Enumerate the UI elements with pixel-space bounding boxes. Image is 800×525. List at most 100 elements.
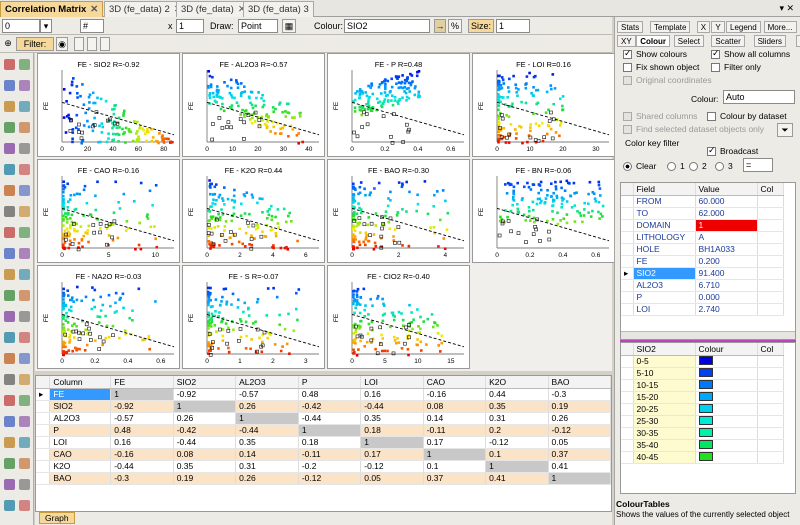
tab-more[interactable]: More... xyxy=(763,21,797,33)
show-all-columns-checkbox[interactable] xyxy=(711,48,720,59)
scatter-plot[interactable]: 0 20 40 60 80 FE FE - SIO2 R=-0.92 xyxy=(37,53,180,157)
column-header[interactable]: LOI xyxy=(360,376,424,389)
correlation-cell[interactable]: 0.41 xyxy=(485,472,549,485)
field-row[interactable]: HOLE BH1A033 xyxy=(621,243,784,256)
colour-swatch[interactable] xyxy=(698,391,713,401)
arrow-icon[interactable]: → xyxy=(434,19,446,33)
correlation-cell[interactable]: 0.19 xyxy=(548,400,611,413)
correlation-cell[interactable]: 0.1 xyxy=(423,460,487,473)
field-name-cell[interactable]: P xyxy=(633,291,696,304)
scatter-plot[interactable]: 0 10 20 30 FE FE - LOI R=0.16 xyxy=(472,53,615,157)
filter-icon[interactable]: ⏷ xyxy=(777,123,793,137)
correlation-cell[interactable]: -0.44 xyxy=(173,436,237,449)
colour-row[interactable]: 40-45 xyxy=(621,451,784,464)
correlation-cell[interactable]: 1 xyxy=(360,436,424,449)
table-row[interactable]: BAO -0.3 0.19 0.26 -0.12 0.05 0.37 0.41 1 xyxy=(36,472,611,485)
column-header[interactable]: FE xyxy=(110,376,174,389)
tab-colour[interactable]: Colour xyxy=(636,35,670,47)
tool-icon[interactable] xyxy=(4,80,15,91)
correlation-cell[interactable]: 0.26 xyxy=(548,412,611,425)
field-row[interactable]: AL2O3 6.710 xyxy=(621,279,784,292)
chart-icon[interactable]: ▦ xyxy=(282,19,296,33)
correlation-cell[interactable]: 0.18 xyxy=(360,424,424,437)
tab-3d-fe-data-3[interactable]: 3D (fe_data) 3 xyxy=(243,1,314,17)
clear-radio[interactable] xyxy=(623,162,632,171)
correlation-cell[interactable]: 1 xyxy=(235,412,299,425)
tool-icon[interactable] xyxy=(4,332,15,343)
filter-3-radio[interactable] xyxy=(715,162,724,171)
scatter-plot[interactable]: 0 0.2 0.4 0.6 FE FE - P R=0.48 xyxy=(327,53,470,157)
filter-button[interactable]: Filter: xyxy=(16,37,54,51)
table-row[interactable]: AL2O3 -0.57 0.26 1 -0.44 0.35 0.14 0.31 0.26 xyxy=(36,412,611,425)
correlation-cell[interactable]: -0.57 xyxy=(235,388,299,401)
tool-icon[interactable] xyxy=(19,122,30,133)
correlation-cell[interactable]: 0.16 xyxy=(110,436,174,449)
correlation-cell[interactable]: 0.48 xyxy=(298,388,362,401)
tool-icon[interactable] xyxy=(4,185,15,196)
colour-swatch-cell[interactable] xyxy=(695,367,758,380)
field-value-cell[interactable]: 1 xyxy=(695,219,758,232)
correlation-cell[interactable]: -0.11 xyxy=(298,448,362,461)
tool-icon[interactable] xyxy=(19,458,30,469)
correlation-cell[interactable]: -0.16 xyxy=(110,448,174,461)
colour-swatch-cell[interactable] xyxy=(695,427,758,440)
colour-range-cell[interactable]: 10-15 xyxy=(633,379,696,392)
field-value-cell[interactable]: 6.710 xyxy=(695,279,758,292)
table-row[interactable]: P 0.48 -0.42 -0.44 1 0.18 -0.11 0.2 -0.12 xyxy=(36,424,611,437)
field-row[interactable]: FE 0.200 xyxy=(621,255,784,268)
tool-icon[interactable] xyxy=(4,59,15,70)
correlation-cell[interactable]: -0.12 xyxy=(548,424,611,437)
filter-2-radio[interactable] xyxy=(689,162,698,171)
correlation-cell[interactable]: -0.57 xyxy=(110,412,174,425)
row-name-cell[interactable]: SIO2 xyxy=(49,400,112,413)
field-name-cell[interactable]: TO xyxy=(633,207,696,220)
field-name-cell[interactable]: FE xyxy=(633,255,696,268)
chevron-down-icon[interactable]: ▾ ✕ xyxy=(779,3,794,14)
field-name-cell[interactable]: AL2O3 xyxy=(633,279,696,292)
field-row[interactable]: LOI 2.740 xyxy=(621,303,784,316)
row-name-cell[interactable]: P xyxy=(49,424,112,437)
tool-icon[interactable] xyxy=(19,101,30,112)
scatter-plot[interactable]: 0 2 4 FE FE - BAO R=-0.30 xyxy=(327,159,470,263)
correlation-cell[interactable]: 0.14 xyxy=(235,448,299,461)
operator-combo[interactable]: = xyxy=(743,158,773,172)
box-icon[interactable] xyxy=(87,37,97,51)
tab-graph[interactable]: Graph xyxy=(39,512,75,524)
colour-swatch-cell[interactable] xyxy=(695,415,758,428)
tool-icon[interactable] xyxy=(19,206,30,217)
scatter-plot[interactable]: 0 5 10 15 FE FE - CIO2 R=-0.40 xyxy=(327,265,470,369)
correlation-cell[interactable]: 0.35 xyxy=(485,400,549,413)
column-header[interactable]: P xyxy=(298,376,362,389)
field-column-header[interactable]: Value xyxy=(695,183,758,196)
field-row[interactable]: FROM 60.000 xyxy=(621,195,784,208)
size-combo[interactable]: 1 xyxy=(496,19,530,33)
colour-swatch[interactable] xyxy=(698,415,713,425)
colour-swatch-cell[interactable] xyxy=(695,439,758,452)
table-row[interactable]: ▸ FE 1 -0.92 -0.57 0.48 0.16 -0.16 0.44 -0.3 xyxy=(36,388,611,401)
table-row[interactable]: K2O -0.44 0.35 0.31 -0.2 -0.12 0.1 1 0.41 xyxy=(36,460,611,473)
tool-icon[interactable] xyxy=(4,206,15,217)
tool-icon[interactable] xyxy=(19,290,30,301)
horizontal-scrollbar[interactable] xyxy=(621,331,795,339)
colour-swatch-cell[interactable] xyxy=(695,451,758,464)
colour-swatch[interactable] xyxy=(698,427,713,437)
fix-shown-object-checkbox[interactable] xyxy=(623,63,632,72)
correlation-cell[interactable]: -0.42 xyxy=(173,424,237,437)
percent-button[interactable]: % xyxy=(448,19,462,33)
colour-by-dataset-checkbox[interactable] xyxy=(707,112,716,121)
correlation-cell[interactable]: 0.18 xyxy=(298,436,362,449)
draw-combo[interactable]: Point xyxy=(238,19,278,33)
filter-only-checkbox[interactable] xyxy=(711,63,720,72)
correlation-cell[interactable]: 0.16 xyxy=(360,388,424,401)
correlation-cell[interactable]: 0.08 xyxy=(423,400,487,413)
chevron-down-icon[interactable]: ▾ xyxy=(40,19,52,33)
tool-icon[interactable] xyxy=(19,332,30,343)
correlation-cell[interactable]: 1 xyxy=(548,472,611,485)
scatter-plot[interactable]: 0 5 10 FE FE - CAO R=-0.16 xyxy=(37,159,180,263)
correlation-cell[interactable]: 1 xyxy=(298,424,362,437)
operator-combo[interactable]: # xyxy=(80,19,104,33)
colour-row[interactable]: 25-30 xyxy=(621,415,784,428)
colour-swatch-cell[interactable] xyxy=(695,379,758,392)
table-row[interactable]: LOI 0.16 -0.44 0.35 0.18 1 0.17 -0.12 0.05 xyxy=(36,436,611,449)
correlation-cell[interactable]: 0.48 xyxy=(110,424,174,437)
